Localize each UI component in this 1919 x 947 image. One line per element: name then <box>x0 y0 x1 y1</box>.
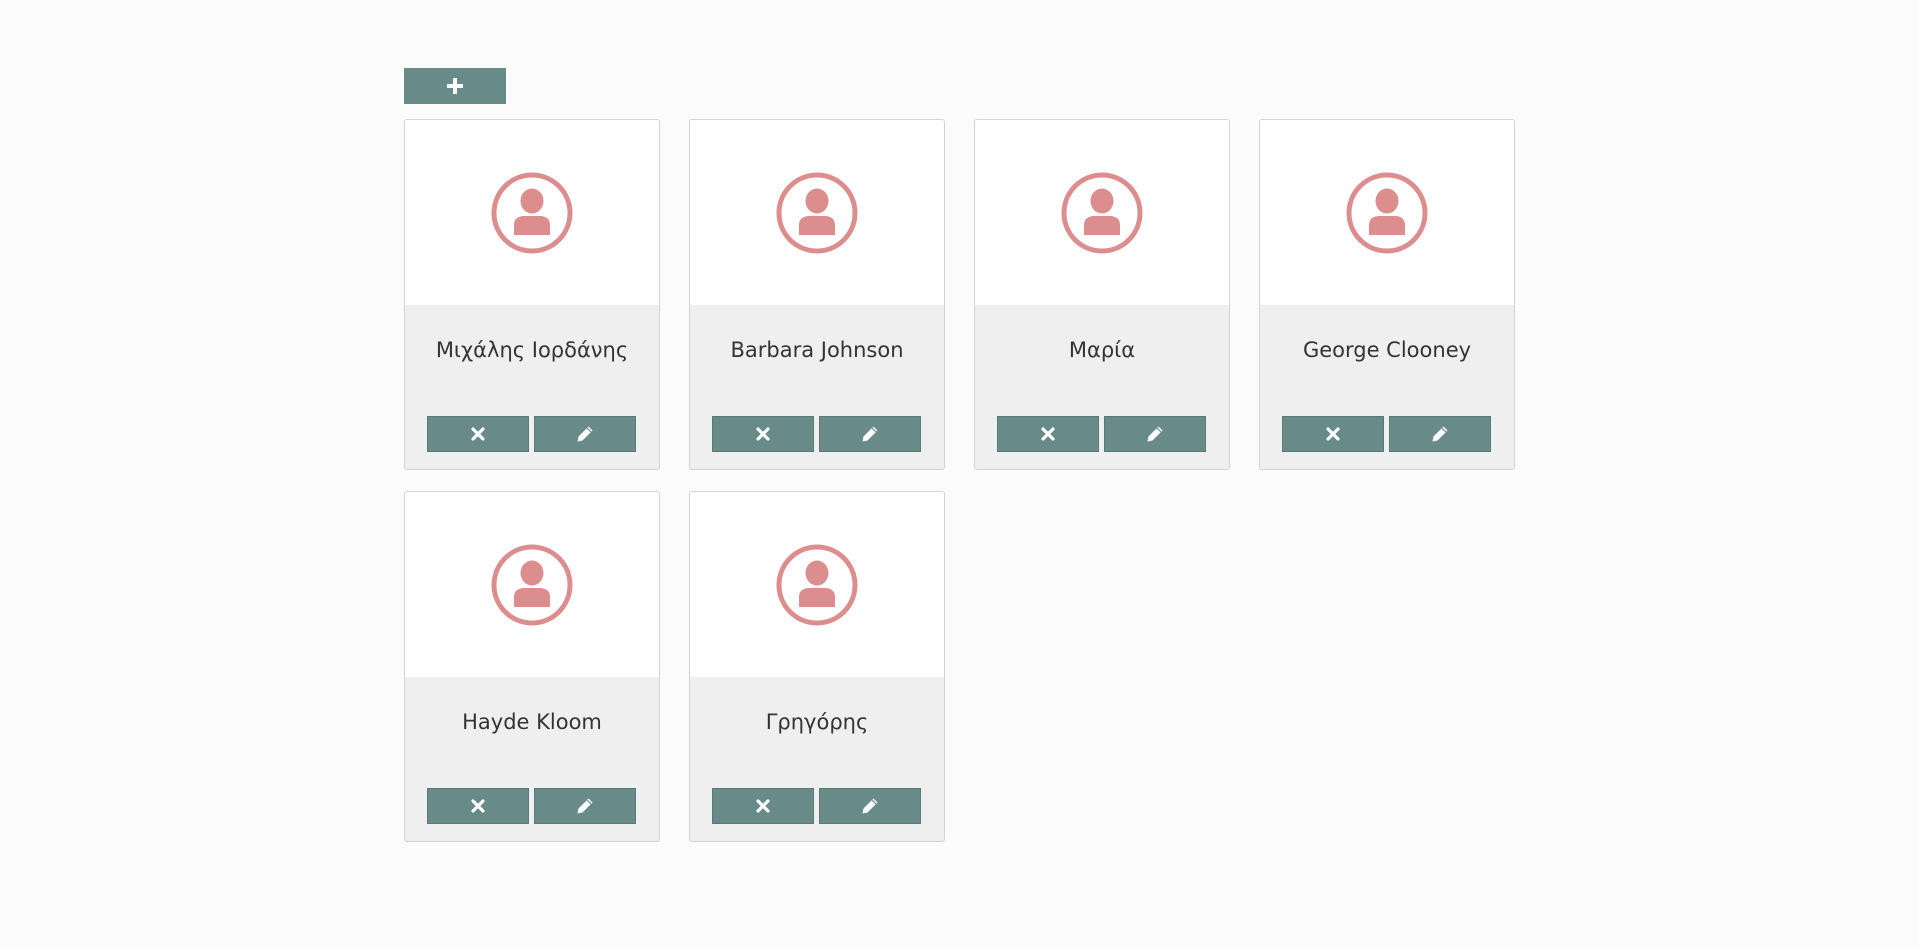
close-icon <box>756 799 770 813</box>
close-icon <box>471 427 485 441</box>
contact-name: Barbara Johnson <box>730 338 904 362</box>
contact-name: Μιχάλης Ιορδάνης <box>435 338 629 362</box>
pencil-icon <box>576 797 594 815</box>
contact-name: Γρηγόρης <box>765 710 869 734</box>
contact-card-image <box>405 120 659 305</box>
pencil-icon <box>1431 425 1449 443</box>
pencil-icon <box>861 425 879 443</box>
contact-card: Μαρία <box>974 119 1230 470</box>
close-icon <box>1326 427 1340 441</box>
close-icon <box>756 427 770 441</box>
contact-actions <box>1282 416 1491 452</box>
contact-actions <box>427 416 636 452</box>
edit-contact-button[interactable] <box>819 788 921 824</box>
contact-actions <box>427 788 636 824</box>
contact-card: Hayde Kloom <box>404 491 660 842</box>
edit-contact-button[interactable] <box>534 788 636 824</box>
edit-contact-button[interactable] <box>1104 416 1206 452</box>
contact-card-image <box>405 492 659 677</box>
add-contact-button[interactable] <box>404 68 506 104</box>
pencil-icon <box>861 797 879 815</box>
close-icon <box>1041 427 1055 441</box>
contact-actions <box>712 416 921 452</box>
contact-name: Μαρία <box>1068 338 1136 362</box>
pencil-icon <box>576 425 594 443</box>
edit-contact-button[interactable] <box>534 416 636 452</box>
contact-card-image <box>690 492 944 677</box>
contact-card: Γρηγόρης <box>689 491 945 842</box>
close-icon <box>471 799 485 813</box>
user-circle-icon <box>490 543 574 627</box>
delete-contact-button[interactable] <box>427 416 529 452</box>
user-circle-icon <box>1345 171 1429 255</box>
contact-actions <box>997 416 1206 452</box>
contact-card: Μιχάλης Ιορδάνης <box>404 119 660 470</box>
user-circle-icon <box>775 171 859 255</box>
pencil-icon <box>1146 425 1164 443</box>
contact-actions <box>712 788 921 824</box>
delete-contact-button[interactable] <box>1282 416 1384 452</box>
contact-name: George Clooney <box>1302 338 1472 362</box>
contact-card-image <box>975 120 1229 305</box>
edit-contact-button[interactable] <box>819 416 921 452</box>
delete-contact-button[interactable] <box>427 788 529 824</box>
toolbar <box>404 68 506 104</box>
user-circle-icon <box>775 543 859 627</box>
contact-card-image <box>1260 120 1514 305</box>
delete-contact-button[interactable] <box>712 788 814 824</box>
contact-grid: Μιχάλης Ιορδάνης Barbara Johnson Μαρία G… <box>404 119 1516 842</box>
contact-card-image <box>690 120 944 305</box>
contact-card: Barbara Johnson <box>689 119 945 470</box>
delete-contact-button[interactable] <box>712 416 814 452</box>
plus-icon <box>446 77 464 95</box>
user-circle-icon <box>1060 171 1144 255</box>
delete-contact-button[interactable] <box>997 416 1099 452</box>
edit-contact-button[interactable] <box>1389 416 1491 452</box>
user-circle-icon <box>490 171 574 255</box>
contact-name: Hayde Kloom <box>462 710 602 734</box>
contact-card: George Clooney <box>1259 119 1515 470</box>
